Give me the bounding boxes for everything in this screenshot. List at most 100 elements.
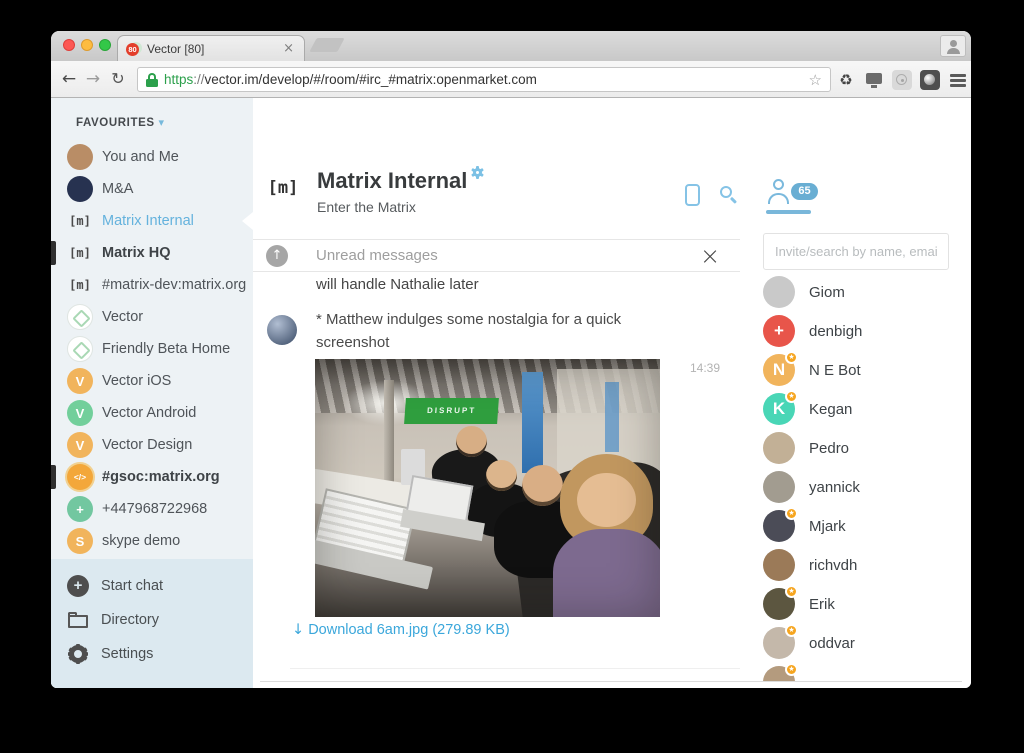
member-avatar: ★ xyxy=(763,510,795,542)
search-icon[interactable] xyxy=(719,185,739,205)
react-devtools-extension-icon[interactable] xyxy=(891,69,913,91)
start-chat-button[interactable]: + Start chat xyxy=(51,573,253,599)
start-chat-label: Start chat xyxy=(101,578,163,594)
room-settings-gear-icon[interactable] xyxy=(471,166,484,179)
sidebar-room-item[interactable]: M&A xyxy=(51,176,253,202)
member-list-item[interactable]: N★ N E Bot xyxy=(763,354,971,386)
member-name: Giom xyxy=(809,284,845,301)
favourites-header[interactable]: FAVOURITES ▾ xyxy=(76,116,165,129)
read-receipt-avatar[interactable] xyxy=(709,379,722,392)
directory-label: Directory xyxy=(101,612,159,628)
forward-icon[interactable]: → xyxy=(82,68,104,90)
window-close-button[interactable] xyxy=(63,39,75,51)
close-icon[interactable]: × xyxy=(700,242,720,270)
sidebar-room-item[interactable]: Vector xyxy=(51,304,253,330)
member-list-item[interactable]: Pedro xyxy=(763,432,971,464)
member-list-item[interactable]: yannick xyxy=(763,471,971,503)
selected-room-arrow xyxy=(242,212,253,230)
browser-profile-button[interactable] xyxy=(940,35,966,57)
reload-icon[interactable]: ↻ xyxy=(107,68,129,90)
window-zoom-button[interactable] xyxy=(99,39,111,51)
member-list-item[interactable]: ★ Erik xyxy=(763,588,971,620)
new-tab-button[interactable] xyxy=(309,38,344,52)
room-avatar: [m] xyxy=(67,272,93,298)
read-receipt-avatar[interactable]: K xyxy=(709,285,722,298)
room-name: #matrix-dev:matrix.org xyxy=(102,277,246,293)
tab-close-icon[interactable]: × xyxy=(281,41,296,56)
member-avatar: + xyxy=(763,315,795,347)
member-list-item[interactable]: + denbigh xyxy=(763,315,971,347)
member-count-badge: 65 xyxy=(791,183,818,200)
browser-tab[interactable]: 80 Vector [80] × xyxy=(117,35,305,61)
call-device-icon[interactable] xyxy=(685,184,700,206)
url-bar[interactable]: https://vector.im/develop/#/room/#irc_#m… xyxy=(137,67,831,92)
sidebar-room-item[interactable]: V Vector Design xyxy=(51,432,253,458)
bookmark-star-icon[interactable]: ☆ xyxy=(809,71,822,89)
sender-avatar[interactable] xyxy=(267,315,297,345)
invite-search-input[interactable] xyxy=(763,233,949,270)
member-list-item[interactable]: richvdh xyxy=(763,549,971,581)
back-icon[interactable]: ← xyxy=(58,68,80,90)
download-link[interactable]: ↓ Download 6am.jpg (279.89 KB) xyxy=(292,622,510,638)
power-level-badge-icon: ★ xyxy=(785,507,798,520)
member-list: Giom + denbigh N★ N E Bot K★ Kegan Pedro xyxy=(763,276,971,681)
room-name: Matrix HQ xyxy=(102,245,171,261)
window-minimize-button[interactable] xyxy=(81,39,93,51)
message-timestamp: 14:39 xyxy=(651,361,720,375)
room-name: Matrix Internal xyxy=(102,213,194,229)
sidebar-room-item[interactable]: + +447968722968 xyxy=(51,496,253,522)
room-avatar-large[interactable]: [m] xyxy=(265,170,301,206)
read-receipt-avatar[interactable] xyxy=(724,285,737,298)
power-level-badge-icon: ★ xyxy=(785,351,798,364)
sidebar-room-item[interactable]: [m] Matrix HQ xyxy=(51,240,253,266)
read-receipt-avatar[interactable] xyxy=(695,285,708,298)
shield-extension-icon[interactable] xyxy=(919,69,941,91)
unread-edge-badge xyxy=(51,241,56,265)
room-title[interactable]: Matrix Internal xyxy=(317,168,467,194)
search-lens xyxy=(720,186,732,198)
member-list-item[interactable]: ★ oddvar xyxy=(763,627,971,659)
settings-button[interactable]: Settings xyxy=(51,641,253,667)
room-name: M&A xyxy=(102,181,133,197)
jump-to-unread-icon[interactable]: ↑ xyxy=(266,245,288,267)
room-avatar: V xyxy=(67,368,93,394)
favicon: 80 xyxy=(126,41,142,56)
read-receipt-avatar[interactable] xyxy=(695,379,708,392)
room-name: Vector Android xyxy=(102,405,196,421)
sidebar-room-item[interactable]: [m] #matrix-dev:matrix.org xyxy=(51,272,253,298)
member-avatar: K★ xyxy=(763,393,795,425)
unread-messages-label: Unread messages xyxy=(316,247,438,264)
sidebar-room-item[interactable]: You and Me xyxy=(51,144,253,170)
recycle-extension-icon[interactable]: ♻ xyxy=(835,69,857,91)
timeline-divider xyxy=(290,668,740,669)
sidebar-room-item[interactable]: </> #gsoc:matrix.org xyxy=(51,464,253,490)
member-list-item[interactable]: Giom xyxy=(763,276,971,308)
room-name: Vector iOS xyxy=(102,373,171,389)
member-list-item[interactable]: ★ xyxy=(763,666,971,681)
react-nucleus xyxy=(901,79,904,82)
room-topic[interactable]: Enter the Matrix xyxy=(317,199,416,215)
favourites-label: FAVOURITES xyxy=(76,117,155,129)
sidebar-actions: + Start chat Directory Settings xyxy=(51,559,253,688)
member-name: Erik xyxy=(809,596,835,613)
read-receipt-avatar[interactable] xyxy=(724,379,737,392)
sidebar-room-item[interactable]: Friendly Beta Home xyxy=(51,336,253,362)
sidebar-room-item[interactable]: [m] Matrix Internal xyxy=(51,208,253,234)
browser-menu-icon[interactable] xyxy=(947,69,969,91)
power-level-badge-icon: ★ xyxy=(785,663,798,676)
browser-toolbar: ← → ↻ https://vector.im/develop/#/room/#… xyxy=(51,61,971,98)
sidebar-room-item[interactable]: V Vector Android xyxy=(51,400,253,426)
person-body xyxy=(768,193,789,204)
member-avatar: ★ xyxy=(763,627,795,659)
attached-image[interactable]: DISRUPT xyxy=(315,359,660,617)
screenshare-extension-icon[interactable] xyxy=(863,69,885,91)
member-list-item[interactable]: K★ Kegan xyxy=(763,393,971,425)
directory-button[interactable]: Directory xyxy=(51,607,253,633)
room-name: #gsoc:matrix.org xyxy=(102,469,220,485)
room-avatar: </> xyxy=(67,464,93,490)
member-name: oddvar xyxy=(809,635,855,652)
sidebar-room-item[interactable]: S skype demo xyxy=(51,528,253,554)
sidebar-room-item[interactable]: V Vector iOS xyxy=(51,368,253,394)
member-list-item[interactable]: ★ Mjark xyxy=(763,510,971,542)
gear-icon xyxy=(67,643,89,665)
